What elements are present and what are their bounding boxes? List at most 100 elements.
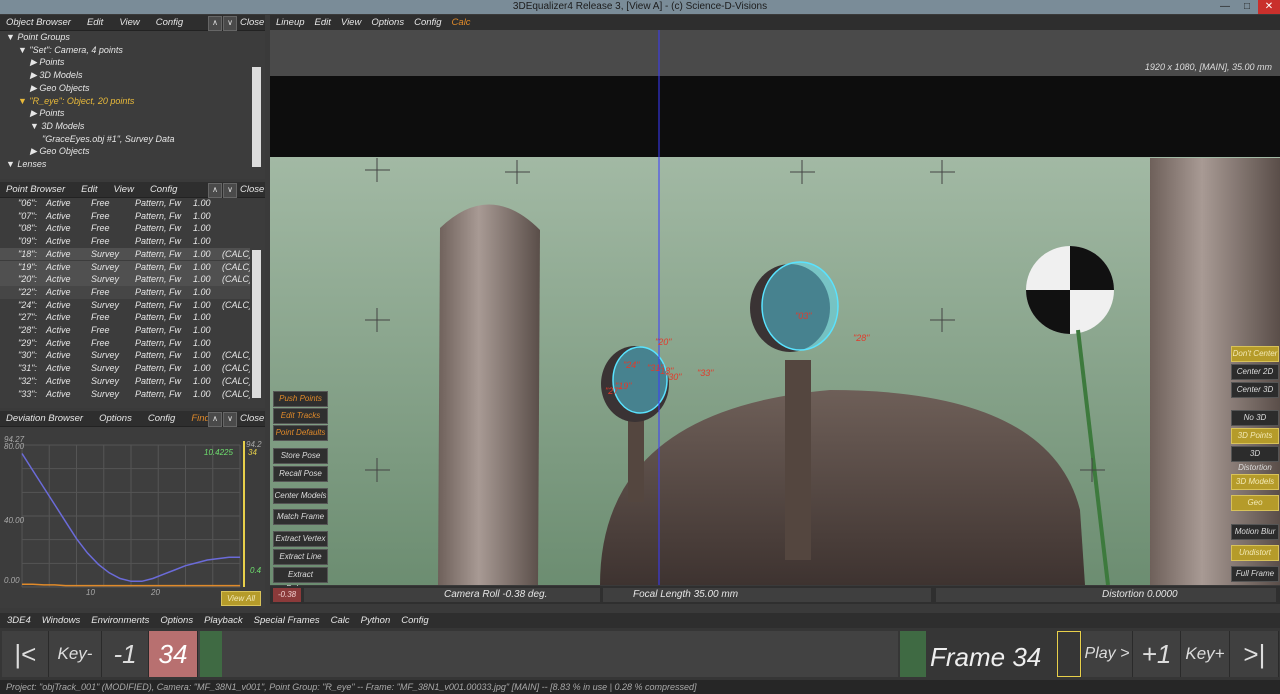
- main-menu-item[interactable]: 3DE4: [7, 615, 31, 626]
- menu-view[interactable]: View: [341, 17, 361, 28]
- menu-config[interactable]: Config: [414, 17, 441, 28]
- view-toggle-button[interactable]: Don't Center: [1231, 346, 1279, 362]
- menu-config[interactable]: Config: [150, 184, 177, 195]
- point-label[interactable]: "20": [655, 337, 671, 347]
- view-toggle-button[interactable]: Center 3D: [1231, 382, 1279, 398]
- collapse-down-button[interactable]: ∨: [223, 183, 237, 198]
- camera-roll-slider[interactable]: Camera Roll -0.38 deg.: [304, 588, 600, 602]
- tool-button[interactable]: Extract Line: [273, 549, 328, 565]
- main-menu-item[interactable]: Special Frames: [254, 615, 320, 626]
- menu-view[interactable]: View: [114, 184, 134, 195]
- point-row[interactable]: "18": Active Survey Pattern, Fw 1.00 (CALC): [0, 247, 250, 261]
- tree-item[interactable]: ▼ "R_eye": Object, 20 points: [0, 95, 134, 108]
- collapse-up-button[interactable]: ∧: [208, 183, 222, 198]
- main-menu-item[interactable]: Python: [361, 615, 391, 626]
- tool-button[interactable]: Extract Polygon: [273, 567, 328, 593]
- tool-button[interactable]: Extract Vertex: [273, 531, 328, 547]
- scrollbar[interactable]: [252, 67, 261, 167]
- tool-button[interactable]: Store Pose: [273, 448, 328, 464]
- menu-config[interactable]: Config: [148, 413, 175, 424]
- next-key-button[interactable]: Key+: [1181, 631, 1230, 677]
- tree-item[interactable]: ▶ 3D Models: [0, 69, 82, 82]
- view-toggle-button[interactable]: Undistort: [1231, 545, 1279, 561]
- point-row[interactable]: "24": Active Survey Pattern, Fw 1.00 (CALC): [0, 299, 250, 312]
- timeline-scrubber[interactable]: [198, 631, 898, 677]
- next-frame-button[interactable]: +1: [1133, 631, 1181, 677]
- prev-frame-button[interactable]: -1: [102, 631, 149, 677]
- tool-button[interactable]: Recall Pose: [273, 466, 328, 482]
- point-row[interactable]: "30": Active Survey Pattern, Fw 1.00 (CALC): [0, 349, 250, 362]
- view-toggle-button[interactable]: 3D Points: [1231, 428, 1279, 444]
- tool-button[interactable]: Point Defaults: [273, 425, 328, 441]
- menu-object-browser[interactable]: Object Browser: [6, 17, 71, 28]
- close-button[interactable]: Close: [240, 411, 264, 426]
- tool-button[interactable]: Match Frame: [273, 509, 328, 525]
- point-label[interactable]: "24": [623, 360, 639, 370]
- view-all-button[interactable]: View All: [221, 591, 261, 606]
- point-row[interactable]: "28": Active Free Pattern, Fw 1.00: [0, 324, 250, 337]
- point-row[interactable]: "27": Active Free Pattern, Fw 1.00: [0, 311, 250, 324]
- menu-view[interactable]: View: [119, 17, 139, 28]
- current-frame-field[interactable]: 34: [149, 631, 198, 677]
- tree-item[interactable]: ▼ Point Groups: [0, 31, 70, 44]
- point-row[interactable]: "33": Active Survey Pattern, Fw 1.00 (CALC): [0, 388, 250, 401]
- roll-value[interactable]: -0.38: [273, 588, 301, 602]
- tree-item[interactable]: ▼ Lenses: [0, 158, 46, 171]
- point-row[interactable]: "32": Active Survey Pattern, Fw 1.00 (CALC): [0, 375, 250, 388]
- view-toggle-button[interactable]: Motion Blur: [1231, 524, 1279, 540]
- view-toggle-button[interactable]: Geo: [1231, 495, 1279, 511]
- point-label[interactable]: "30": [665, 372, 681, 382]
- main-menu-item[interactable]: Windows: [42, 615, 80, 626]
- main-menu-item[interactable]: Config: [401, 615, 428, 626]
- collapse-up-button[interactable]: ∧: [208, 412, 222, 427]
- menu-edit[interactable]: Edit: [87, 17, 103, 28]
- close-button[interactable]: Close: [240, 182, 264, 197]
- view-toggle-button[interactable]: Full Frame: [1231, 566, 1279, 582]
- menu-options[interactable]: Options: [99, 413, 132, 424]
- collapse-down-button[interactable]: ∨: [223, 16, 237, 31]
- tree-item[interactable]: ▶ Points: [0, 107, 64, 120]
- menu-lineup[interactable]: Lineup: [276, 17, 305, 28]
- menu-edit[interactable]: Edit: [315, 17, 331, 28]
- view-toggle-button[interactable]: 3D Models: [1231, 474, 1279, 490]
- play-button[interactable]: Play >: [1082, 631, 1133, 677]
- menu-edit[interactable]: Edit: [81, 184, 97, 195]
- tool-button[interactable]: Center Models: [273, 488, 328, 504]
- point-row[interactable]: "20": Active Survey Pattern, Fw 1.00 (CALC): [0, 273, 250, 286]
- point-row[interactable]: "09": Active Free Pattern, Fw 1.00: [0, 235, 250, 248]
- close-button[interactable]: Close: [240, 15, 264, 30]
- collapse-up-button[interactable]: ∧: [208, 16, 222, 31]
- point-row[interactable]: "06": Active Free Pattern, Fw 1.00: [0, 197, 250, 210]
- focal-length-slider[interactable]: Focal Length 35.00 mm: [603, 588, 931, 602]
- point-label[interactable]: "27": [605, 386, 621, 396]
- main-menu-item[interactable]: Options: [160, 615, 193, 626]
- menu-deviation-browser[interactable]: Deviation Browser: [6, 413, 83, 424]
- tree-item[interactable]: ▶ Geo Objects: [0, 82, 89, 95]
- main-menu-item[interactable]: Environments: [91, 615, 149, 626]
- first-frame-button[interactable]: |<: [2, 631, 49, 677]
- menu-options[interactable]: Options: [371, 17, 404, 28]
- point-label[interactable]: "28": [853, 333, 869, 343]
- point-label[interactable]: "33": [697, 368, 713, 378]
- distortion-slider[interactable]: Distortion 0.0000: [936, 588, 1276, 602]
- point-row[interactable]: "07": Active Free Pattern, Fw 1.00: [0, 210, 250, 223]
- close-window-button[interactable]: ✕: [1258, 0, 1280, 14]
- maximize-button[interactable]: □: [1236, 0, 1258, 14]
- view-toggle-button[interactable]: 3D Distortion: [1231, 446, 1279, 472]
- tool-button[interactable]: Edit Tracks: [273, 408, 328, 424]
- point-row[interactable]: "29": Active Free Pattern, Fw 1.00: [0, 337, 250, 350]
- point-row[interactable]: "31": Active Survey Pattern, Fw 1.00 (CALC): [0, 362, 250, 375]
- last-frame-button[interactable]: >|: [1230, 631, 1279, 677]
- point-label[interactable]: "03": [795, 311, 811, 321]
- minimize-button[interactable]: —: [1214, 0, 1236, 14]
- tree-item[interactable]: ▼ 3D Models: [0, 120, 84, 133]
- collapse-down-button[interactable]: ∨: [223, 412, 237, 427]
- point-row[interactable]: "22": Active Free Pattern, Fw 1.00: [0, 285, 250, 299]
- menu-calc[interactable]: Calc: [452, 17, 471, 28]
- point-row[interactable]: "19": Active Survey Pattern, Fw 1.00 (CALC): [0, 260, 250, 274]
- menu-config[interactable]: Config: [156, 17, 183, 28]
- menu-point-browser[interactable]: Point Browser: [6, 184, 65, 195]
- main-menu-item[interactable]: Playback: [204, 615, 243, 626]
- tree-item[interactable]: ▶ Geo Objects: [0, 145, 89, 158]
- main-menu-item[interactable]: Calc: [331, 615, 350, 626]
